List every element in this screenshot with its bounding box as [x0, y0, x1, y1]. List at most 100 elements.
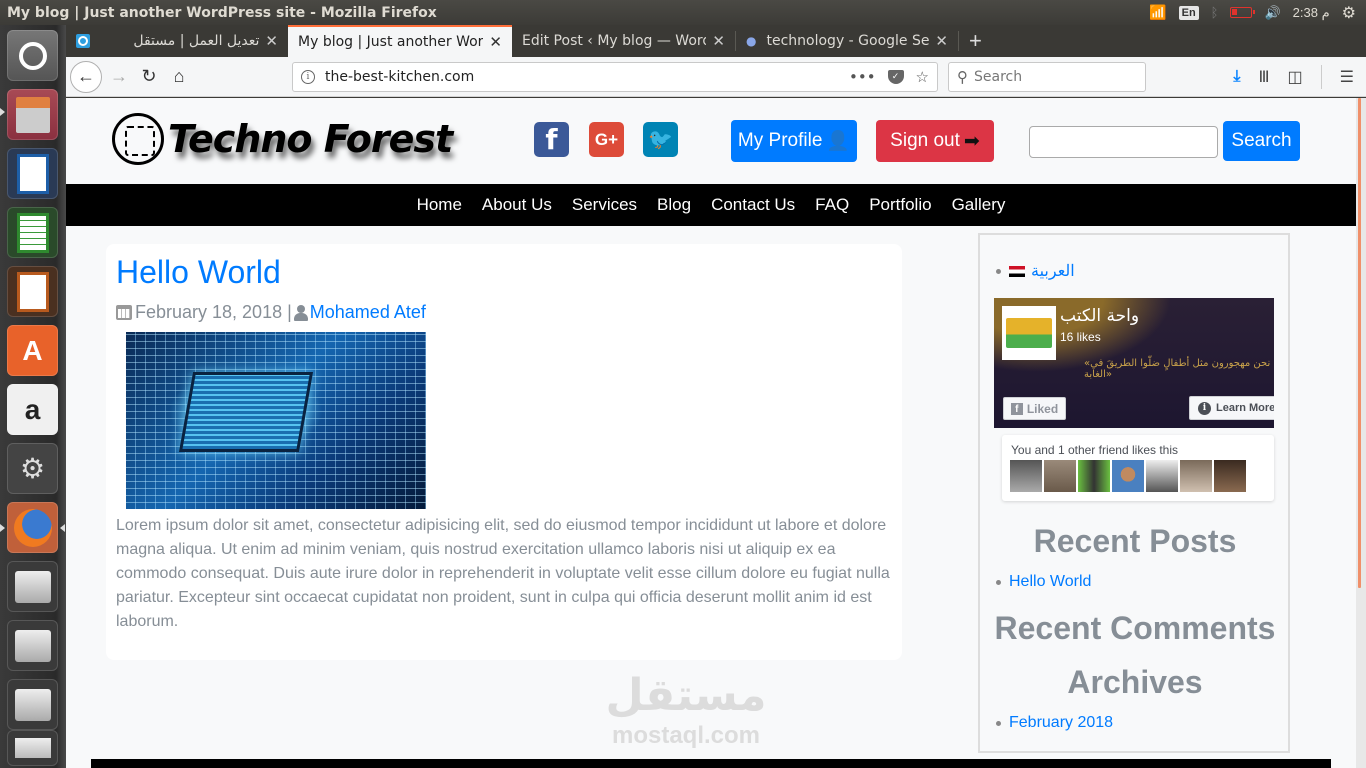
nav-gallery[interactable]: Gallery [942, 195, 1016, 215]
my-profile-button[interactable]: My Profile 👤 [731, 120, 857, 162]
friend-avatar[interactable] [1078, 460, 1110, 492]
launcher-drive-1[interactable] [7, 561, 58, 612]
info-icon: i [1198, 401, 1211, 415]
friend-avatar[interactable] [1146, 460, 1178, 492]
launcher-usb-drive[interactable] [7, 730, 58, 766]
forward-button[interactable]: → [104, 62, 134, 92]
language-switcher[interactable]: العربية [996, 261, 1075, 281]
system-top-panel: My blog | Just another WordPress site - … [0, 0, 1366, 25]
reload-button[interactable]: ↻ [134, 62, 164, 92]
post-featured-image-circuit-board[interactable] [126, 332, 426, 509]
pocket-icon[interactable]: ✓ [887, 69, 904, 84]
archive-item[interactable]: February 2018 [996, 714, 1113, 732]
site-search-button[interactable]: Search [1223, 121, 1300, 161]
google-plus-link[interactable]: G+ [589, 122, 624, 157]
close-tab-icon[interactable]: ✕ [712, 32, 725, 50]
fb-page-name[interactable]: واحة الكتب [1060, 306, 1139, 326]
nav-about-us[interactable]: About Us [472, 195, 562, 215]
post-author-link[interactable]: Mohamed Atef [310, 302, 426, 323]
nav-blog[interactable]: Blog [647, 195, 701, 215]
tab-google-search[interactable]: ● technology - Google Sea ✕ [736, 25, 958, 57]
battery-icon[interactable] [1230, 7, 1256, 18]
nav-contact-us[interactable]: Contact Us [701, 195, 805, 215]
tab-edit-post[interactable]: Edit Post ‹ My blog — Word ✕ [512, 25, 735, 57]
friend-avatar[interactable] [1044, 460, 1076, 492]
fb-liked-button[interactable]: f Liked [1003, 397, 1066, 420]
arabic-language-link[interactable]: العربية [1031, 261, 1075, 281]
twitter-link[interactable]: 🐦 [643, 122, 678, 157]
nav-faq[interactable]: FAQ [805, 195, 859, 215]
clock[interactable]: 2:38 م [1293, 5, 1330, 21]
close-tab-icon[interactable]: ✕ [935, 32, 948, 50]
fb-page-likes: 16 likes [1060, 330, 1101, 344]
twitter-icon: 🐦 [648, 129, 673, 151]
friend-avatar[interactable] [1010, 460, 1042, 492]
friend-avatar[interactable] [1180, 460, 1212, 492]
fb-page-thumbnail[interactable] [1002, 306, 1056, 360]
launcher-impress[interactable] [7, 266, 58, 317]
launcher-system-settings[interactable]: ⚙ [7, 443, 58, 494]
facebook-f-icon: f [1010, 402, 1023, 415]
nav-services[interactable]: Services [562, 195, 647, 215]
post-title-link[interactable]: Hello World [116, 254, 281, 291]
keyboard-layout-indicator[interactable]: En [1178, 5, 1199, 20]
new-tab-button[interactable]: + [959, 25, 992, 57]
home-icon: ⌂ [173, 66, 185, 86]
nav-portfolio[interactable]: Portfolio [859, 195, 941, 215]
firefox-icon [13, 508, 52, 547]
friend-avatar[interactable] [1214, 460, 1246, 492]
fb-cover-image[interactable]: واحة الكتب 16 likes «نحن مهجورون مثل أطف… [994, 298, 1274, 428]
fb-learn-more-button[interactable]: i Learn More [1189, 396, 1274, 420]
wifi-icon[interactable]: 📶 [1149, 4, 1166, 21]
bluetooth-icon[interactable]: ᛒ [1211, 5, 1219, 20]
home-button[interactable]: ⌂ [164, 62, 194, 92]
power-gear-icon[interactable]: ⚙ [1342, 3, 1356, 23]
list-bullet [996, 720, 1001, 726]
hamburger-menu-icon[interactable]: ☰ [1340, 67, 1354, 87]
close-tab-icon[interactable]: ✕ [265, 32, 278, 50]
library-icon[interactable]: Ⅲ [1259, 67, 1270, 87]
launcher-drive-3[interactable] [7, 679, 58, 730]
scrollbar-thumb[interactable] [1358, 98, 1361, 588]
nav-home[interactable]: Home [407, 195, 472, 215]
launcher-firefox[interactable] [7, 502, 58, 553]
volume-icon[interactable]: 🔊 [1264, 5, 1280, 21]
launcher-files[interactable] [7, 89, 58, 140]
browser-tab-bar: تعديل العمل | مستقل ✕ My blog | Just ano… [66, 25, 1366, 57]
launcher-software[interactable]: A [7, 325, 58, 376]
post-date: February 18, 2018 [135, 302, 283, 322]
launcher-calc[interactable] [7, 207, 58, 258]
launcher-drive-2[interactable] [7, 620, 58, 671]
close-tab-icon[interactable]: ✕ [489, 33, 502, 51]
page-actions-menu-icon[interactable]: ••• [849, 68, 876, 86]
running-pip [0, 524, 5, 532]
url-bar[interactable]: i the-best-kitchen.com ••• ✓ ☆ [292, 61, 938, 92]
site-search-input[interactable] [1029, 126, 1218, 158]
page-scrollbar[interactable] [1356, 98, 1366, 768]
tab-my-blog[interactable]: My blog | Just another Word ✕ [288, 25, 512, 57]
tab-mostaql[interactable]: تعديل العمل | مستقل ✕ [66, 25, 288, 57]
site-header: Techno Forest f G+ 🐦 My Profile 👤 Sign o… [66, 98, 1356, 184]
bookmark-star-icon[interactable]: ☆ [916, 68, 929, 86]
launcher-writer[interactable] [7, 148, 58, 199]
post-meta: February 18, 2018 | Mohamed Atef [116, 302, 426, 323]
launcher-amazon[interactable]: a [7, 384, 58, 435]
url-text[interactable]: the-best-kitchen.com [325, 69, 474, 85]
friend-avatar[interactable] [1112, 460, 1144, 492]
downloads-icon[interactable]: ⤓ [1233, 68, 1240, 86]
reload-icon: ↻ [141, 66, 157, 86]
recent-post-item[interactable]: Hello World [996, 573, 1091, 591]
facebook-link[interactable]: f [534, 122, 569, 157]
site-info-icon[interactable]: i [301, 69, 315, 84]
search-icon: ⚲ [957, 67, 968, 86]
site-logo[interactable]: Techno Forest [112, 113, 453, 165]
launcher-ubuntu-dash[interactable] [7, 30, 58, 81]
archive-link[interactable]: February 2018 [1009, 714, 1113, 732]
sidebar-toggle-icon[interactable]: ◫ [1288, 67, 1303, 87]
back-button[interactable]: ← [70, 60, 102, 93]
archives-title: Archives [1067, 664, 1203, 700]
browser-nav-bar: ← → ↻ ⌂ i the-best-kitchen.com ••• ✓ ☆ ⚲… [66, 57, 1366, 97]
browser-search-bar[interactable]: ⚲ Search [948, 61, 1146, 92]
sign-out-button[interactable]: Sign out ➡ [876, 120, 994, 162]
recent-post-link[interactable]: Hello World [1009, 573, 1091, 591]
